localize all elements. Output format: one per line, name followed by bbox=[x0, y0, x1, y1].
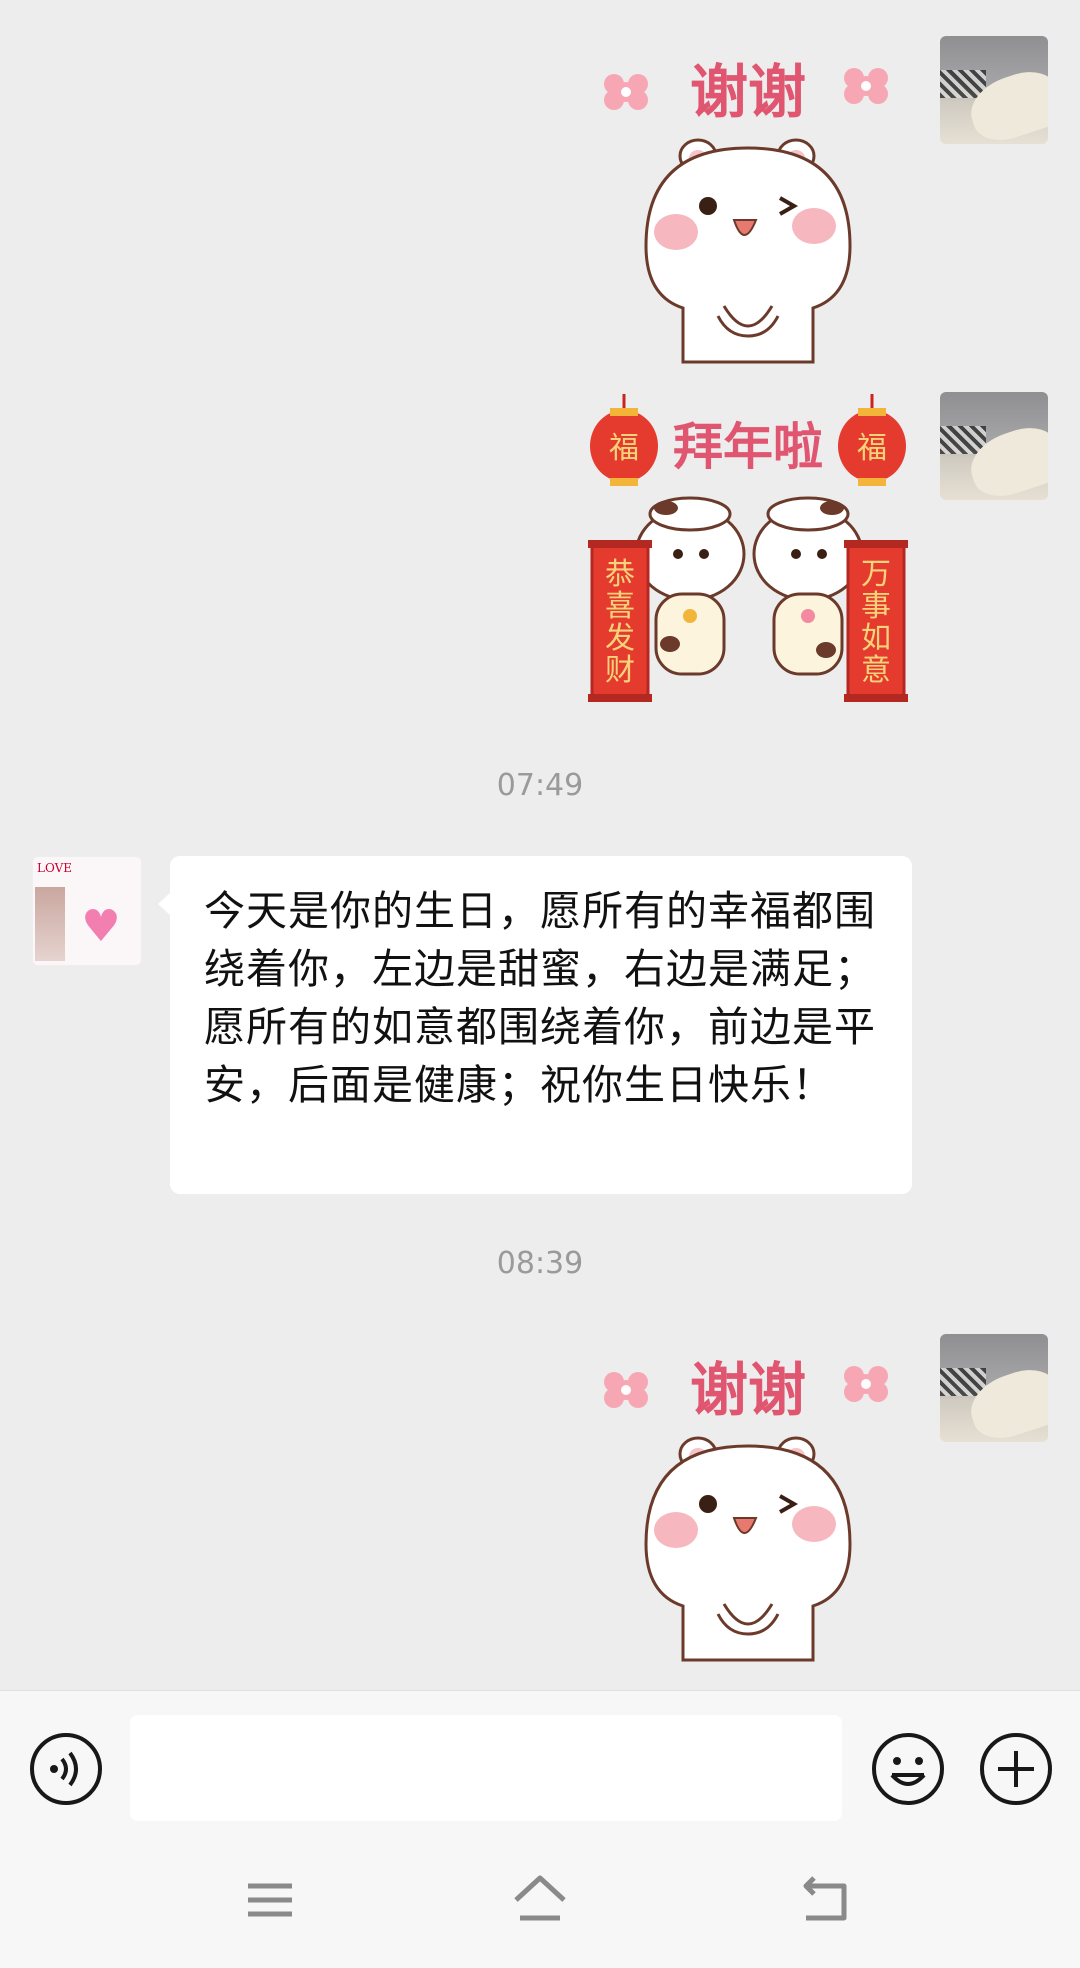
message-text: 今天是你的生日，愿所有的幸福都围绕着你，左边是甜蜜，右边是满足；愿所有的如意都围… bbox=[204, 887, 876, 1109]
voice-icon[interactable] bbox=[28, 1731, 104, 1807]
home-icon[interactable] bbox=[510, 1870, 570, 1930]
svg-text:如: 如 bbox=[861, 621, 891, 656]
contact-avatar[interactable]: LOVE ♥ bbox=[32, 856, 142, 966]
my-avatar[interactable] bbox=[940, 392, 1048, 500]
my-avatar[interactable] bbox=[940, 36, 1048, 144]
timestamp: 07:49 bbox=[496, 768, 584, 803]
lantern-icon: 福 bbox=[590, 394, 658, 486]
sticker-new-year[interactable]: 福 福 拜年啦 恭 喜 发 财 万 事 如 意 bbox=[586, 394, 916, 704]
message-input[interactable] bbox=[130, 1715, 842, 1821]
lantern-icon: 福 bbox=[838, 394, 906, 486]
system-nav-bar bbox=[0, 1830, 1080, 1968]
svg-text:财: 财 bbox=[605, 653, 635, 688]
svg-text:意: 意 bbox=[861, 653, 891, 688]
sticker-thanks-1[interactable]: 谢谢 bbox=[598, 36, 898, 366]
menu-icon[interactable] bbox=[240, 1870, 300, 1930]
flower-icon bbox=[604, 74, 648, 110]
chat-message-list[interactable]: 谢谢 福 福 拜年啦 恭 喜 发 财 万 事 如 意 07:49 LOVE ♥ … bbox=[0, 0, 1080, 1690]
chat-input-bar bbox=[0, 1690, 1080, 1831]
sticker-caption: 拜年啦 bbox=[673, 418, 823, 476]
lantern-label: 福 bbox=[857, 431, 887, 466]
flower-icon bbox=[604, 1372, 648, 1408]
lantern-label: 福 bbox=[609, 431, 639, 466]
my-avatar[interactable] bbox=[940, 1334, 1048, 1442]
timestamp: 08:39 bbox=[496, 1246, 584, 1281]
sticker-thanks-2[interactable]: 谢谢 bbox=[598, 1334, 898, 1664]
sticker-caption: 谢谢 bbox=[690, 1356, 806, 1424]
cow-cats-illustration bbox=[634, 496, 864, 676]
scroll-left: 恭 喜 发 财 bbox=[588, 540, 652, 702]
flower-icon bbox=[844, 1366, 888, 1402]
svg-text:喜: 喜 bbox=[605, 589, 635, 624]
emoji-icon[interactable] bbox=[870, 1731, 946, 1807]
sticker-caption: 谢谢 bbox=[690, 58, 806, 126]
bear-illustration bbox=[644, 1436, 852, 1662]
message-bubble[interactable]: 今天是你的生日，愿所有的幸福都围绕着你，左边是甜蜜，右边是满足；愿所有的如意都围… bbox=[158, 856, 912, 1194]
flower-icon bbox=[844, 68, 888, 104]
plus-icon[interactable] bbox=[978, 1731, 1054, 1807]
svg-text:恭: 恭 bbox=[605, 557, 635, 592]
scroll-right: 万 事 如 意 bbox=[844, 540, 908, 702]
bear-illustration bbox=[644, 138, 852, 364]
back-icon[interactable] bbox=[794, 1870, 854, 1930]
svg-text:万: 万 bbox=[861, 557, 891, 592]
svg-text:发: 发 bbox=[605, 621, 635, 656]
svg-text:事: 事 bbox=[861, 589, 891, 624]
